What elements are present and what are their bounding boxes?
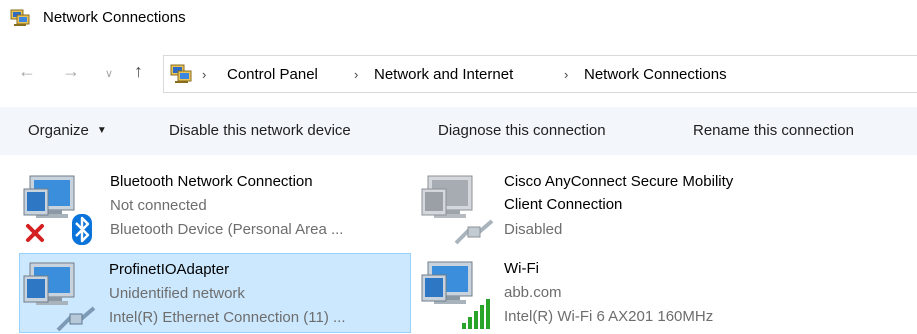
connection-status: abb.com — [504, 284, 562, 301]
ethernet-network-icon — [23, 262, 96, 332]
connection-name: ProfinetIOAdapter — [109, 261, 230, 278]
connection-name: Wi-Fi — [504, 260, 539, 277]
command-bar: Organize ▼ Disable this network device Di… — [0, 107, 917, 155]
breadcrumb-control-panel[interactable]: Control Panel — [227, 66, 318, 83]
disabled-network-icon — [421, 175, 494, 245]
connection-item-profinet-io-adapter[interactable]: ProfinetIOAdapter Unidentified network I… — [19, 253, 411, 333]
connection-item-wifi[interactable]: Wi-Fi abb.com Intel(R) Wi-Fi 6 AX201 160… — [416, 253, 886, 333]
connection-device: Intel(R) Ethernet Connection (11) ... — [109, 309, 346, 326]
connection-item-cisco-anyconnect[interactable]: Cisco AnyConnect Secure Mobility Client … — [416, 166, 886, 248]
organize-button[interactable]: Organize ▼ — [28, 122, 107, 139]
breadcrumb-separator[interactable]: › — [354, 67, 358, 82]
network-connections-icon — [10, 9, 30, 26]
disable-device-button[interactable]: Disable this network device — [169, 122, 351, 139]
organize-label: Organize — [28, 122, 89, 139]
connection-name-line-2: Client Connection — [504, 196, 623, 213]
breadcrumb-network-and-internet[interactable]: Network and Internet — [374, 66, 513, 83]
bluetooth-network-icon — [23, 175, 92, 245]
connection-status: Not connected — [110, 197, 207, 214]
connection-item-bluetooth[interactable]: Bluetooth Network Connection Not connect… — [19, 166, 411, 248]
address-bar[interactable]: › Control Panel › Network and Internet ›… — [163, 55, 917, 93]
connection-device: Bluetooth Device (Personal Area ... — [110, 221, 344, 238]
breadcrumb-separator: › — [202, 67, 207, 82]
connection-status: Disabled — [504, 221, 563, 238]
connection-name: Bluetooth Network Connection — [110, 173, 313, 190]
navigation-row: ← → ∨ ↑ › Control Panel › Network and In… — [0, 52, 917, 96]
up-arrow-icon[interactable]: ↑ — [134, 62, 143, 80]
breadcrumb-separator[interactable]: › — [564, 67, 568, 82]
recent-locations-chevron-icon[interactable]: ∨ — [105, 65, 113, 83]
title-bar: Network Connections — [0, 0, 917, 38]
window-title: Network Connections — [43, 9, 186, 26]
connection-device: Intel(R) Wi-Fi 6 AX201 160MHz — [504, 308, 714, 325]
rename-connection-button[interactable]: Rename this connection — [693, 122, 854, 139]
network-folder-icon — [170, 64, 192, 83]
back-arrow-icon[interactable]: ← — [18, 62, 36, 80]
breadcrumb-network-connections[interactable]: Network Connections — [584, 66, 727, 83]
diagnose-connection-button[interactable]: Diagnose this connection — [438, 122, 606, 139]
connection-name-line-1: Cisco AnyConnect Secure Mobility — [504, 173, 734, 190]
forward-arrow-icon[interactable]: → — [62, 62, 80, 80]
connection-status: Unidentified network — [109, 285, 245, 302]
dropdown-arrow-icon: ▼ — [96, 125, 107, 136]
wifi-network-icon — [421, 261, 490, 329]
